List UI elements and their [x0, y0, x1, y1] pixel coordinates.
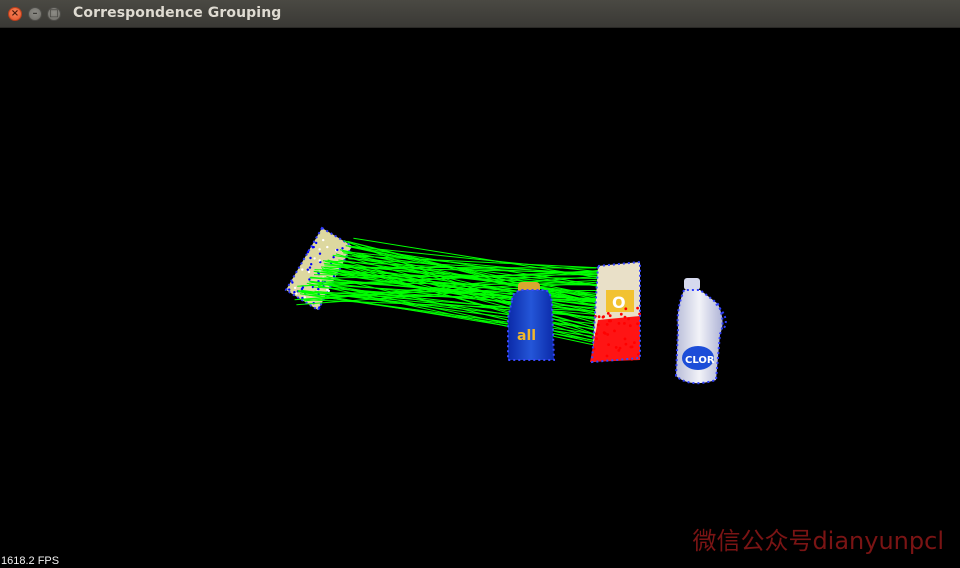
- instance-point: [606, 312, 610, 315]
- keypoint: [303, 296, 306, 299]
- close-window-button[interactable]: ×: [8, 7, 22, 21]
- keypoint: [341, 247, 344, 250]
- instance-point: [623, 315, 627, 319]
- instance-point: [617, 322, 621, 325]
- instance-point: [597, 315, 601, 319]
- keypoint: [312, 245, 315, 249]
- instance-point: [595, 332, 598, 336]
- instance-point: [608, 314, 612, 318]
- instance-point: [636, 322, 639, 326]
- instance-point: [633, 341, 636, 344]
- instance-point: [627, 317, 630, 321]
- instance-point: [613, 329, 616, 333]
- keypoint: [336, 248, 339, 252]
- keypoint: [326, 245, 329, 249]
- svg-text:all: all: [517, 328, 536, 344]
- keypoint: [332, 275, 336, 278]
- keypoint: [288, 288, 291, 291]
- instance-point: [607, 319, 611, 323]
- instance-point: [624, 342, 628, 346]
- point-cloud-scene: all O CLOR: [284, 226, 727, 385]
- instance-point: [603, 332, 607, 335]
- close-icon: ×: [10, 8, 20, 19]
- maximize-window-button[interactable]: □: [47, 7, 61, 21]
- clorox-bottle-cloud: CLOR: [674, 278, 727, 385]
- minimize-window-button[interactable]: –: [28, 7, 42, 21]
- keypoint: [327, 289, 330, 293]
- fps-counter: 1618.2 FPS: [1, 555, 60, 567]
- window-title: Correspondence Grouping: [73, 5, 282, 21]
- instance-point: [619, 312, 623, 316]
- maximize-icon: □: [49, 8, 59, 19]
- keypoint: [315, 241, 318, 245]
- keypoint: [308, 278, 311, 281]
- keypoint: [291, 281, 294, 284]
- instance-point: [623, 337, 627, 341]
- 3d-render-viewport[interactable]: all O CLOR 1618.2 FPS 微信公众号dianyunpcl: [0, 28, 960, 568]
- svg-text:O: O: [612, 293, 626, 312]
- keypoint: [293, 286, 297, 290]
- instance-point: [614, 346, 618, 349]
- keypoint: [309, 256, 312, 260]
- keypoint: [318, 248, 321, 251]
- instance-point: [636, 306, 639, 310]
- instance-point: [628, 324, 632, 328]
- keypoint: [318, 259, 321, 262]
- keypoint: [313, 257, 316, 260]
- instance-point: [617, 349, 621, 352]
- minimize-icon: –: [32, 8, 38, 19]
- keypoint: [318, 306, 321, 309]
- keypoint: [317, 287, 320, 291]
- keypoint: [293, 291, 296, 294]
- title-bar[interactable]: × – □ Correspondence Grouping: [0, 0, 960, 28]
- instance-point: [605, 323, 609, 326]
- keypoint: [306, 251, 310, 254]
- keypoint: [318, 252, 322, 255]
- instance-point: [624, 307, 628, 311]
- cereal-box-cloud: O: [590, 260, 641, 364]
- instance-point: [602, 315, 605, 318]
- instance-point: [595, 337, 598, 341]
- instance-point: [623, 322, 626, 325]
- keypoint: [322, 238, 325, 242]
- keypoint: [332, 256, 335, 259]
- svg-text:CLOR: CLOR: [685, 355, 715, 366]
- detergent-bottle-cloud: all: [507, 282, 556, 361]
- keypoint: [301, 268, 304, 271]
- pcl-visualizer-window: × – □ Correspondence Grouping all O CLOR…: [0, 0, 960, 568]
- instance-point: [606, 333, 610, 336]
- keypoint: [307, 270, 311, 274]
- instance-point: [596, 323, 600, 327]
- instance-point: [630, 345, 634, 349]
- instance-point: [607, 343, 610, 346]
- keypoint: [308, 266, 312, 269]
- watermark-text: 微信公众号dianyunpcl: [692, 527, 944, 555]
- keypoint: [306, 268, 309, 271]
- keypoint: [310, 263, 313, 266]
- instance-point: [605, 354, 609, 358]
